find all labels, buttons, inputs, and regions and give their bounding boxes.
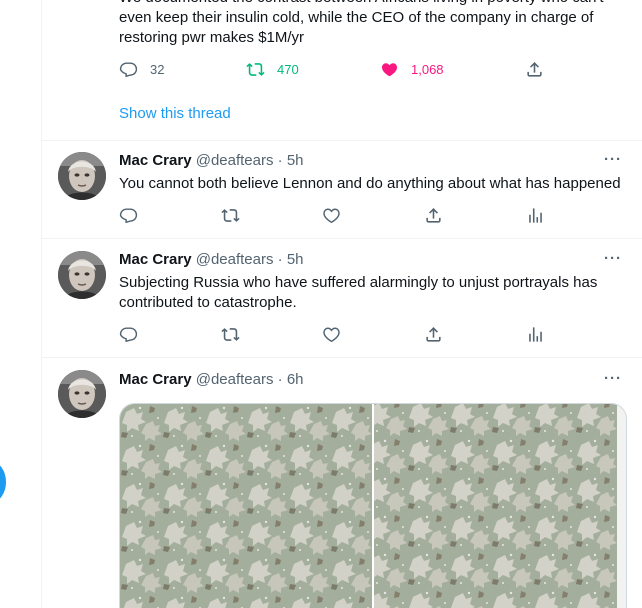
reply-button[interactable] [119, 324, 138, 344]
author-handle-time[interactable]: @deaftears · 6h [196, 371, 304, 388]
retweet-button[interactable] [221, 205, 240, 225]
tweet-text: We documented the contrast between Afric… [119, 0, 619, 48]
tweet-actions: 32 470 1,068 [119, 59, 559, 79]
analytics-button[interactable] [526, 205, 545, 225]
show-thread-link[interactable]: Show this thread [119, 105, 231, 122]
like-icon [322, 206, 341, 225]
compose-tweet-button[interactable] [0, 462, 6, 502]
tweet-card[interactable]: Mac Crary @deaftears · 5h ··· Subjecting… [42, 239, 642, 358]
author-name[interactable]: Mac Crary [119, 152, 192, 169]
tweet-text-line: You cannot both believe Lennon and do an… [119, 175, 621, 192]
tweet-card[interactable]: Mac Crary @deaftears · 5h ··· You cannot… [42, 140, 642, 239]
tweet-card[interactable]: We documented the contrast between Afric… [42, 0, 642, 141]
more-options-button[interactable]: ··· [604, 151, 622, 168]
more-options-button[interactable]: ··· [604, 370, 622, 387]
reply-icon [119, 60, 138, 79]
analytics-icon [526, 325, 545, 344]
timeline-feed: We documented the contrast between Afric… [41, 0, 642, 608]
author-name[interactable]: Mac Crary [119, 251, 192, 268]
analytics-icon [526, 206, 545, 225]
like-icon [380, 60, 399, 79]
avatar[interactable] [58, 251, 106, 299]
tweet-text-line: restoring pwr makes $1M/yr [119, 29, 305, 46]
tweet-text: You cannot both believe Lennon and do an… [119, 174, 629, 194]
tweet-actions [119, 324, 559, 344]
author-handle-time[interactable]: @deaftears · 5h [196, 251, 304, 268]
avatar[interactable] [58, 370, 106, 418]
retweet-count: 470 [277, 61, 299, 77]
retweet-icon [246, 60, 265, 79]
tweet-text: Subjecting Russia who have suffered alar… [119, 273, 629, 313]
tweet-text-line: Subjecting Russia who have suffered alar… [119, 274, 598, 291]
tweet-header: Mac Crary @deaftears · 5h [119, 250, 304, 270]
analytics-button[interactable] [526, 324, 545, 344]
tweet-text-line: We documented the contrast between Afric… [119, 0, 619, 8]
retweet-icon [221, 325, 240, 344]
tweet-header: Mac Crary @deaftears · 6h [119, 370, 304, 390]
avatar[interactable] [58, 152, 106, 200]
retweet-icon [221, 206, 240, 225]
tweet-media[interactable] [119, 403, 627, 608]
tweet-text-line: even keep their insulin cold, while the … [119, 9, 594, 26]
like-button[interactable] [322, 205, 341, 225]
more-icon: ··· [604, 250, 622, 267]
retweet-button[interactable] [221, 324, 240, 344]
author-name[interactable]: Mac Crary [119, 371, 192, 388]
reply-button[interactable]: 32 [119, 59, 164, 79]
share-button[interactable] [424, 324, 443, 344]
share-icon [424, 325, 443, 344]
tweet-actions [119, 205, 559, 225]
like-count: 1,068 [411, 61, 444, 77]
share-button[interactable] [424, 205, 443, 225]
share-button[interactable] [525, 59, 544, 79]
tweet-header: Mac Crary @deaftears · 5h [119, 151, 304, 171]
reply-icon [119, 325, 138, 344]
left-navigation-strip [0, 0, 41, 608]
reply-icon [119, 206, 138, 225]
share-icon [424, 206, 443, 225]
media-photo-frosted-leaves[interactable] [120, 404, 372, 608]
tweet-text-line: contributed to catastrophe. [119, 294, 297, 311]
reply-button[interactable] [119, 205, 138, 225]
share-icon [525, 60, 544, 79]
media-photo-frosted-leaves[interactable] [374, 404, 626, 608]
reply-count: 32 [150, 61, 165, 77]
tweet-card[interactable]: Mac Crary @deaftears · 6h ··· [42, 358, 642, 608]
retweet-button[interactable]: 470 [246, 59, 299, 79]
like-icon [322, 325, 341, 344]
author-handle-time[interactable]: @deaftears · 5h [196, 152, 304, 169]
more-icon: ··· [604, 370, 622, 387]
like-button[interactable] [322, 324, 341, 344]
more-icon: ··· [604, 151, 622, 168]
more-options-button[interactable]: ··· [604, 250, 622, 267]
like-button[interactable]: 1,068 [380, 59, 444, 79]
